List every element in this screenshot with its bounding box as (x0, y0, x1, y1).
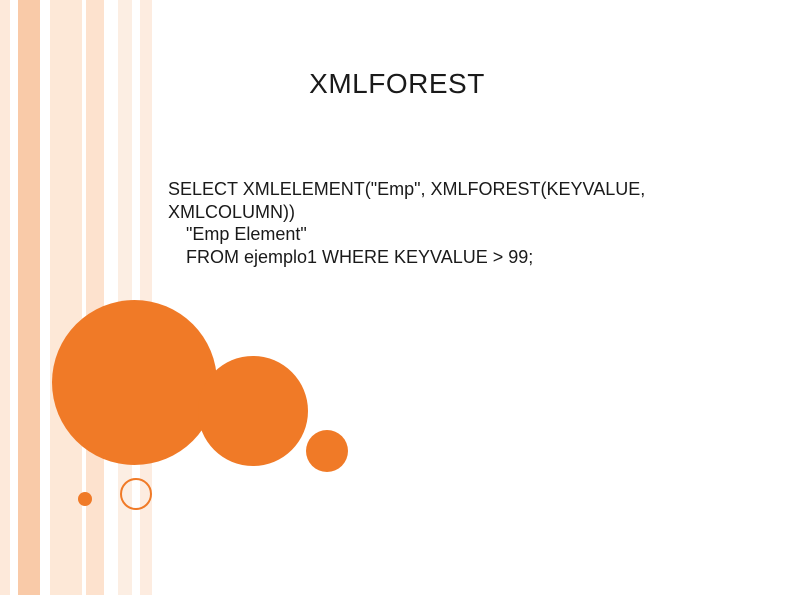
code-line: SELECT XMLELEMENT("Emp", XMLFOREST(KEYVA… (168, 178, 728, 201)
decorative-circle (78, 492, 92, 506)
decorative-circle (52, 300, 217, 465)
decorative-circle (306, 430, 348, 472)
slide-title: XMLFOREST (0, 68, 794, 100)
slide-body: SELECT XMLELEMENT("Emp", XMLFOREST(KEYVA… (168, 178, 728, 268)
decorative-circle (198, 356, 308, 466)
code-line: "Emp Element" (168, 223, 728, 246)
code-line: XMLCOLUMN)) (168, 201, 728, 224)
decorative-circle-outline (120, 478, 152, 510)
code-line: FROM ejemplo1 WHERE KEYVALUE > 99; (168, 246, 728, 269)
